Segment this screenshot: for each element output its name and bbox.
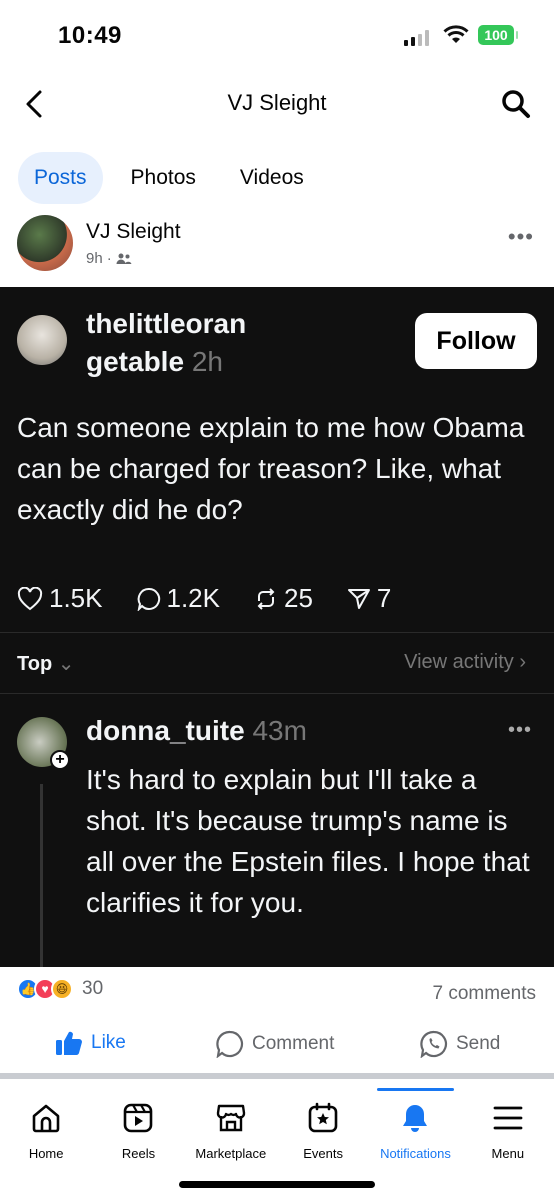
divider [0, 632, 554, 633]
section-separator [0, 1073, 554, 1079]
tab-posts[interactable]: Posts [18, 152, 103, 204]
nav-home-label: Home [28, 1146, 64, 1161]
status-time: 10:49 [58, 22, 122, 49]
post-header: VJ Sleight 9h · ••• [0, 212, 554, 282]
post-author[interactable]: VJ Sleight [86, 220, 181, 244]
thread-avatar [17, 315, 67, 365]
post-age: 9h [86, 250, 103, 267]
reply-bubble-icon [137, 587, 160, 611]
thread-stats: 1.5K 1.2K 25 7 [17, 583, 391, 614]
wifi-icon [443, 25, 469, 43]
nav-menu-label: Menu [491, 1146, 525, 1161]
comment-label: Comment [252, 1033, 335, 1054]
bottom-nav: Home Reels Marketplace Events Notificati… [0, 1088, 554, 1178]
likes-count: 1.5K [49, 583, 103, 613]
more-options-icon[interactable]: ••• [508, 224, 534, 250]
home-icon [32, 1104, 60, 1133]
nav-menu[interactable]: Menu [462, 1088, 554, 1178]
menu-icon [493, 1106, 523, 1130]
whatsapp-send-icon [420, 1030, 448, 1058]
comment-username: donna_tuite 43m [86, 715, 307, 746]
nav-reels-label: Reels [121, 1146, 156, 1161]
send-button[interactable]: Send [420, 1030, 500, 1058]
repost-icon [257, 587, 275, 610]
comment-more-icon: ••• [507, 719, 532, 741]
comment-age: 43m [252, 715, 307, 746]
nav-marketplace-label: Marketplace [195, 1146, 267, 1161]
chevron-down-icon: ⌄ [57, 653, 75, 675]
comment-icon [216, 1030, 244, 1058]
view-activity-link: View activity › [404, 651, 526, 673]
thread-line [40, 784, 43, 967]
thread-username-line2: getable [86, 346, 185, 377]
tab-photos[interactable]: Photos [115, 152, 212, 204]
heart-icon [17, 586, 43, 610]
thread-username-line1: thelittleoran [86, 308, 247, 339]
like-label: Like [91, 1032, 126, 1053]
embedded-screenshot: thelittleoran getable 2h Follow Can some… [0, 287, 554, 967]
send-label: Send [456, 1033, 501, 1054]
status-bar: 10:49 100 [0, 0, 554, 70]
haha-reaction-icon: 😆 [51, 978, 73, 1000]
plus-icon: + [50, 750, 70, 770]
bell-icon [403, 1105, 428, 1132]
nav-events-label: Events [303, 1146, 344, 1161]
replies-stat: 1.2K [137, 583, 221, 614]
share-icon [347, 588, 370, 609]
reposts-stat: 25 [254, 583, 313, 614]
search-icon[interactable] [500, 88, 532, 120]
reactions-summary[interactable]: 👍 ♥ 😆 30 [17, 978, 103, 1000]
nav-notifications[interactable]: Notifications [369, 1088, 461, 1178]
comment-text: It's hard to explain but I'll take a sho… [86, 764, 530, 918]
action-bar: Like Comment Send [0, 1020, 554, 1070]
nav-home[interactable]: Home [0, 1088, 92, 1178]
comments-count[interactable]: 7 comments [433, 983, 536, 1005]
replies-count: 1.2K [166, 583, 221, 613]
follow-button: Follow [415, 313, 537, 369]
thread-text: Can someone explain to me how Obama can … [17, 412, 525, 525]
likes-stat: 1.5K [17, 583, 103, 614]
top-bar: VJ Sleight [0, 80, 554, 130]
nav-notifications-label: Notifications [380, 1146, 451, 1161]
nav-marketplace[interactable]: Marketplace [185, 1088, 277, 1178]
reels-icon [124, 1103, 153, 1133]
thread-username: thelittleoran getable 2h [86, 305, 296, 381]
thumbs-up-icon [56, 1031, 82, 1056]
shares-count: 7 [376, 583, 392, 613]
nav-reels[interactable]: Reels [92, 1088, 184, 1178]
marketplace-icon [216, 1104, 246, 1132]
home-indicator [179, 1181, 375, 1188]
reaction-count: 30 [82, 978, 104, 999]
divider [0, 693, 554, 694]
dot-separator: · [106, 250, 112, 267]
shares-stat: 7 [347, 583, 391, 614]
friends-icon [116, 253, 132, 264]
thread-age: 2h [191, 346, 223, 377]
cellular-signal-icon [404, 30, 429, 46]
comment-button[interactable]: Comment [216, 1030, 334, 1058]
reposts-count: 25 [284, 583, 313, 613]
post-meta: 9h · [86, 250, 132, 267]
profile-tabs: Posts Photos Videos [18, 152, 320, 204]
page-title: VJ Sleight [227, 90, 327, 115]
avatar[interactable] [17, 215, 73, 271]
like-button[interactable]: Like [55, 1030, 126, 1056]
sort-label: Top ⌄ [17, 653, 75, 675]
nav-events[interactable]: Events [277, 1088, 369, 1178]
events-icon [308, 1102, 338, 1133]
battery-icon: 100 [478, 25, 518, 45]
tab-videos[interactable]: Videos [224, 152, 320, 204]
